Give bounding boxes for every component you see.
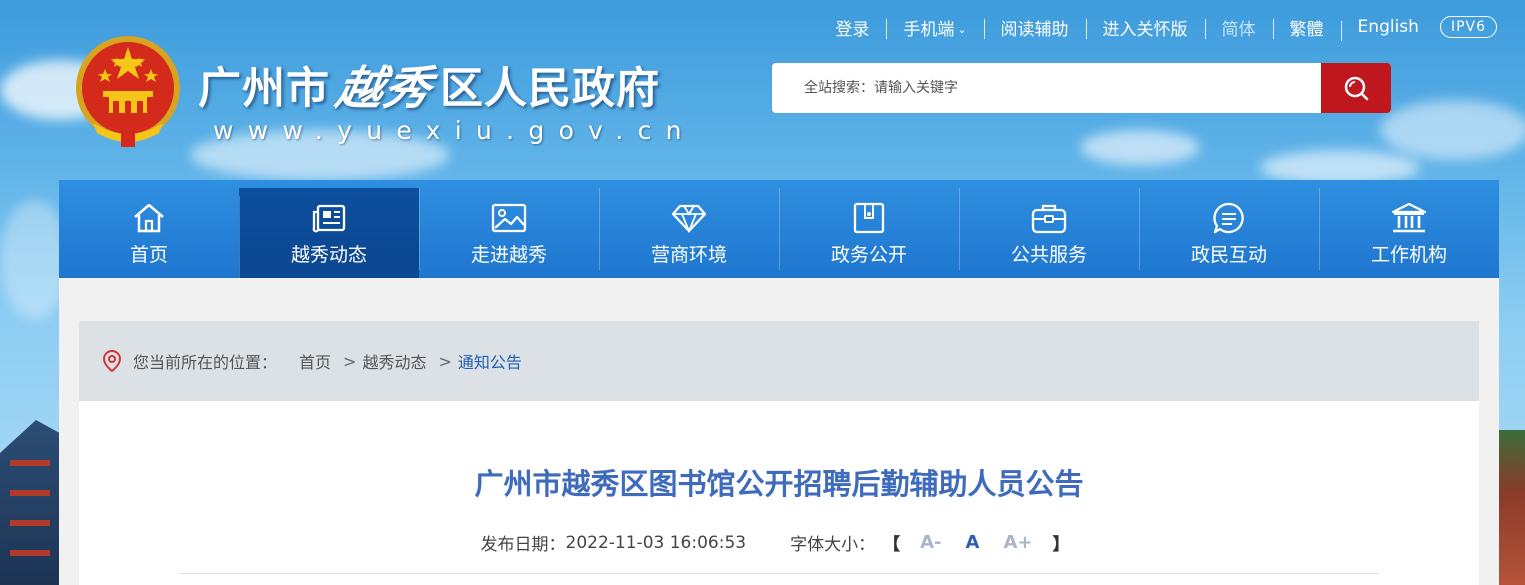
search-button[interactable] bbox=[1321, 63, 1391, 113]
article-meta: 发布日期： 2022-11-03 16:06:53 字体大小： 【 A- A A… bbox=[79, 530, 1479, 555]
content-panel: 您当前所在的位置： 首页 > 越秀动态 > 通知公告 广州市越秀区图书馆公开招聘… bbox=[59, 278, 1499, 585]
nav-item-home[interactable]: 首页 bbox=[59, 180, 239, 278]
traditional-chinese-link[interactable]: 繁體 bbox=[1272, 15, 1341, 40]
nav-item-government-affairs[interactable]: 政务公开 bbox=[779, 180, 959, 278]
article-title: 广州市越秀区图书馆公开招聘后勤辅助人员公告 bbox=[474, 467, 1084, 501]
breadcrumb: 您当前所在的位置： 首页 > 越秀动态 > 通知公告 bbox=[79, 321, 1479, 401]
nav-item-label: 首页 bbox=[129, 244, 168, 266]
font-size-medium-button[interactable]: A bbox=[966, 532, 980, 553]
nav-item-yuexiu-news[interactable]: 越秀动态 bbox=[239, 188, 419, 286]
nav-item-public-interaction[interactable]: 政民互动 bbox=[1139, 180, 1319, 278]
breadcrumb-separator: > bbox=[343, 351, 357, 371]
breadcrumb-separator: > bbox=[438, 351, 452, 371]
breadcrumb-home[interactable]: 首页 bbox=[299, 349, 331, 373]
breadcrumb-yuexiu-news[interactable]: 越秀动态 bbox=[362, 349, 426, 373]
top-links-bar: 登录 手机端 ⌄ 阅读辅助 进入关怀版 简体 繁體 English IPV6 bbox=[818, 12, 1497, 42]
mobile-link[interactable]: 手机端 ⌄ bbox=[886, 15, 983, 40]
nav-item-label: 走进越秀 bbox=[470, 244, 547, 266]
building-decoration-right bbox=[1499, 430, 1525, 585]
font-size-label: 字体大小： bbox=[790, 535, 876, 555]
nav-item-label: 政务公开 bbox=[830, 244, 907, 266]
font-size-small-button[interactable]: A- bbox=[920, 532, 941, 553]
ipv6-badge[interactable]: IPV6 bbox=[1439, 16, 1497, 38]
main-navigation: 首页 越秀动态 走进越秀 营商环境 政务公开 公共服务 政民互动 工作机构 bbox=[59, 180, 1499, 286]
care-mode-link[interactable]: 进入关怀版 bbox=[1085, 15, 1205, 40]
search-input[interactable] bbox=[772, 63, 1321, 113]
nav-item-business-environment[interactable]: 营商环境 bbox=[599, 180, 779, 278]
site-search bbox=[772, 63, 1391, 113]
chat-icon bbox=[1211, 200, 1247, 236]
article-card: 广州市越秀区图书馆公开招聘后勤辅助人员公告 发布日期： 2022-11-03 1… bbox=[79, 401, 1479, 585]
mobile-link-label: 手机端 bbox=[903, 19, 955, 40]
english-link[interactable]: English bbox=[1340, 17, 1436, 41]
home-icon bbox=[131, 200, 167, 236]
nav-item-label: 营商环境 bbox=[650, 244, 727, 266]
site-title-prefix: 广州市 bbox=[198, 64, 330, 114]
login-link[interactable]: 登录 bbox=[818, 15, 886, 40]
nav-item-label: 政民互动 bbox=[1190, 244, 1267, 266]
simplified-chinese-link[interactable]: 简体 bbox=[1204, 15, 1273, 40]
cloud-decoration bbox=[1080, 130, 1200, 165]
breadcrumb-notices[interactable]: 通知公告 bbox=[458, 349, 522, 373]
reading-aid-link[interactable]: 阅读辅助 bbox=[983, 15, 1086, 40]
site-url: www.yuexiu.gov.cn bbox=[213, 116, 696, 145]
building-decoration-left bbox=[0, 420, 60, 585]
folder-icon bbox=[851, 200, 887, 236]
breadcrumb-prefix: 您当前所在的位置： bbox=[133, 353, 278, 372]
picture-icon bbox=[491, 200, 527, 236]
site-title-calligraphy: 越秀 bbox=[331, 61, 438, 115]
nav-item-public-services[interactable]: 公共服务 bbox=[959, 180, 1139, 278]
nav-item-label: 工作机构 bbox=[1370, 244, 1447, 266]
national-emblem-logo[interactable] bbox=[73, 33, 183, 148]
newspaper-icon bbox=[311, 200, 347, 236]
cloud-decoration bbox=[1380, 100, 1525, 160]
site-title-suffix: 区人民政府 bbox=[440, 64, 660, 114]
search-icon bbox=[1343, 75, 1369, 101]
publish-date-value: 2022-11-03 16:06:53 bbox=[565, 532, 747, 553]
publish-date-label: 发布日期： bbox=[480, 535, 566, 555]
diamond-icon bbox=[671, 200, 707, 236]
nav-item-label: 公共服务 bbox=[1010, 244, 1087, 266]
divider bbox=[179, 573, 1379, 574]
site-title: 广州市 越秀 区人民政府 bbox=[198, 52, 660, 118]
nav-item-about-yuexiu[interactable]: 走进越秀 bbox=[419, 180, 599, 278]
institution-icon bbox=[1391, 200, 1427, 236]
chevron-down-icon: ⌄ bbox=[957, 22, 967, 36]
location-pin-icon bbox=[103, 350, 121, 372]
nav-item-label: 越秀动态 bbox=[290, 244, 367, 266]
font-size-bracket-close: 】 bbox=[1052, 535, 1070, 555]
nav-item-work-institutions[interactable]: 工作机构 bbox=[1319, 180, 1499, 278]
briefcase-icon bbox=[1031, 200, 1067, 236]
font-size-bracket-open: 【 bbox=[883, 535, 901, 555]
font-size-large-button[interactable]: A+ bbox=[1003, 532, 1032, 553]
